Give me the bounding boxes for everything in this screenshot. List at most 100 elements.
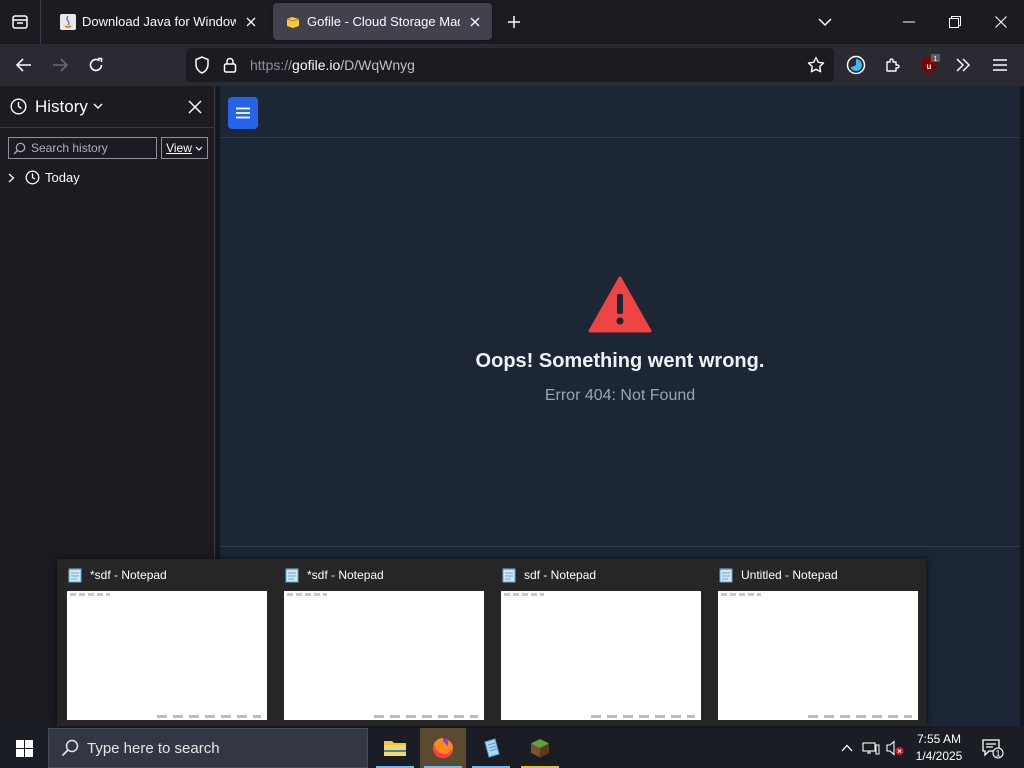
extensions-button[interactable] — [877, 49, 909, 81]
double-chevron-right-icon — [956, 58, 971, 72]
chevron-down-icon — [195, 146, 203, 151]
tab-gofile[interactable]: Gofile - Cloud Storage Made Si — [273, 3, 492, 40]
taskbar-search-placeholder: Type here to search — [87, 739, 220, 757]
windows-taskbar: Type here to search 7:55 AM 1/4/2025 1 — [0, 728, 1024, 768]
page-header — [220, 86, 1020, 138]
taskbar-thumbnail-previews: *sdf - Notepad *sdf - Notepad sdf - Note… — [57, 559, 926, 726]
notepad-icon — [68, 568, 82, 583]
reload-button[interactable] — [80, 49, 112, 81]
close-sidebar-button[interactable] — [184, 96, 206, 118]
notepad-preview[interactable]: Untitled - Notepad — [708, 559, 925, 726]
notepad-icon — [502, 568, 516, 583]
minecraft-icon — [531, 739, 549, 758]
preview-header: *sdf - Notepad — [67, 567, 167, 583]
sidebar-header: History — [0, 86, 214, 128]
network-icon — [862, 742, 880, 755]
forward-button[interactable] — [44, 49, 76, 81]
overflow-menu-button[interactable] — [947, 49, 979, 81]
preview-header: *sdf - Notepad — [284, 567, 384, 583]
close-icon — [188, 100, 202, 114]
notepad-preview[interactable]: *sdf - Notepad — [57, 559, 274, 726]
preview-image — [718, 591, 918, 720]
close-tab-icon[interactable] — [242, 13, 260, 31]
preview-title: *sdf - Notepad — [90, 568, 167, 582]
clock-date: 1/4/2025 — [915, 749, 963, 763]
action-center-button[interactable]: 1 — [980, 736, 1004, 760]
ublock-origin-button[interactable]: u1 — [913, 49, 945, 81]
history-tree-item-today[interactable]: Today — [8, 170, 80, 185]
notepad-preview[interactable]: *sdf - Notepad — [274, 559, 491, 726]
minimize-button[interactable] — [886, 0, 932, 44]
restore-button[interactable] — [932, 0, 978, 44]
firefox-view-button[interactable] — [0, 0, 40, 44]
tab-strip: Download Java for Windows Gofile - Cloud… — [0, 0, 1024, 44]
extension-badge-count: 1 — [934, 56, 938, 63]
history-tree-label: Today — [45, 170, 80, 185]
chevron-up-icon — [841, 744, 853, 752]
url-bar[interactable]: https://gofile.io/D/WqWnyg — [186, 48, 834, 82]
plus-icon — [508, 16, 520, 28]
view-dropdown-button[interactable]: View — [161, 137, 208, 159]
hamburger-menu-icon — [236, 107, 250, 119]
list-all-tabs-button[interactable] — [802, 0, 848, 44]
chevron-down-icon — [93, 103, 103, 109]
sidebar-title[interactable]: History — [35, 97, 88, 117]
minimize-icon — [903, 21, 915, 23]
show-hidden-icons-button[interactable] — [836, 728, 858, 768]
taskbar-clock[interactable]: 7:55 AM 1/4/2025 — [908, 731, 970, 765]
firefox-view-icon — [12, 15, 28, 29]
error-message-block: Oops! Something went wrong. Error 404: N… — [220, 276, 1020, 405]
preview-header: Untitled - Notepad — [718, 567, 838, 583]
minecraft-taskbar-button[interactable] — [517, 728, 563, 768]
account-circle-icon — [846, 55, 866, 75]
volume-button[interactable] — [884, 728, 906, 768]
search-icon — [61, 739, 79, 757]
close-window-button[interactable] — [978, 0, 1024, 44]
gofile-favicon-icon — [285, 14, 301, 30]
start-button[interactable] — [0, 728, 48, 768]
url-text[interactable]: https://gofile.io/D/WqWnyg — [250, 57, 415, 73]
clock-time: 7:55 AM — [916, 732, 962, 746]
notepad-icon — [719, 568, 733, 583]
tab-java-download[interactable]: Download Java for Windows — [48, 3, 268, 40]
notepad-taskbar-button[interactable] — [468, 728, 514, 768]
url-scheme: https:// — [250, 57, 293, 73]
tracking-protection-shield-icon[interactable] — [190, 53, 214, 77]
url-path: /D/WqWnyg — [340, 57, 415, 73]
lock-icon[interactable] — [218, 53, 242, 77]
view-label: View — [166, 141, 192, 155]
notepad-icon — [484, 738, 500, 758]
ublock-shield-icon: u1 — [922, 54, 940, 74]
taskbar-search-box[interactable]: Type here to search — [48, 728, 368, 768]
preview-image — [284, 591, 484, 720]
firefox-taskbar-button[interactable] — [420, 728, 466, 768]
tab-title: Gofile - Cloud Storage Made Si — [307, 14, 460, 29]
preview-title: *sdf - Notepad — [307, 568, 384, 582]
error-title: Oops! Something went wrong. — [475, 350, 765, 372]
search-history-placeholder: Search history — [31, 141, 108, 155]
file-explorer-icon — [384, 741, 406, 756]
search-history-input[interactable]: Search history — [8, 137, 157, 159]
account-sync-button[interactable] — [840, 49, 872, 81]
windows-logo-icon — [15, 739, 33, 757]
back-button[interactable] — [8, 49, 40, 81]
tab-separator — [40, 0, 41, 44]
preview-header: sdf - Notepad — [501, 567, 596, 583]
twisty-chevron-right-icon[interactable] — [8, 173, 22, 183]
volume-muted-icon — [886, 740, 904, 756]
network-button[interactable] — [860, 728, 882, 768]
puzzle-piece-icon — [886, 58, 900, 72]
notepad-preview[interactable]: sdf - Notepad — [491, 559, 708, 726]
close-tab-icon[interactable] — [466, 13, 484, 31]
clock-icon — [10, 98, 27, 115]
file-explorer-taskbar-button[interactable] — [372, 728, 418, 768]
java-favicon-icon — [60, 13, 76, 30]
preview-image — [67, 591, 267, 720]
close-icon — [995, 16, 1007, 28]
page-menu-button[interactable] — [228, 97, 258, 129]
app-menu-button[interactable] — [984, 49, 1016, 81]
bookmark-star-icon[interactable] — [804, 53, 828, 77]
search-icon — [13, 142, 26, 154]
new-tab-button[interactable] — [500, 8, 528, 36]
notepad-icon — [285, 568, 299, 583]
